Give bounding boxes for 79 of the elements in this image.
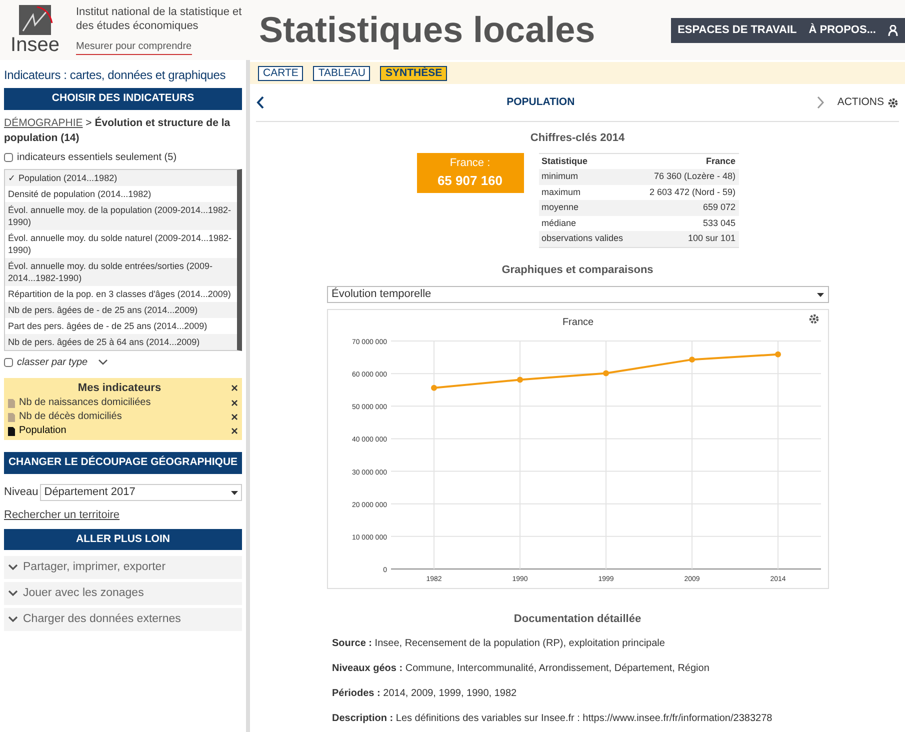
chevron-icon[interactable] — [8, 616, 18, 624]
accordion-header[interactable]: Charger des données externes — [4, 608, 242, 632]
section-header: CHOISIR DES INDICATEURS — [4, 88, 242, 110]
doc-paragraph: Description : Les définitions des variables sur Insee.fr : https://www.insee.fr/fr/information/2383278 — [332, 712, 774, 726]
checkbox-label: classer par type — [17, 356, 88, 370]
settings-icon[interactable] — [808, 314, 818, 324]
breadcrumb: DÉMOGRAPHIE > Évolution et structure de la population (14) — [4, 116, 232, 146]
section-title: Graphiques et comparaisons — [500, 262, 654, 278]
table-cell: 76 360 (Lozère - 48) — [636, 169, 738, 184]
doc-paragraph: Niveaux géos : Commune, Intercommunalité, Arrondissement, Département, Région — [332, 662, 710, 676]
indicator-item[interactable]: Nb de pers. âgées de 25 à 64 ans (2014...2009) — [5, 334, 237, 350]
breadcrumb-link[interactable]: DÉMOGRAPHIE — [4, 116, 83, 129]
close-button[interactable]: × — [230, 382, 238, 394]
section-header: ALLER PLUS LOIN — [4, 528, 242, 550]
table-cell: 659 072 — [636, 200, 738, 216]
indicator-name[interactable]: Nb de naissances domiciliées — [19, 396, 227, 410]
table-cell: 2 603 472 (Nord - 59) — [636, 184, 738, 200]
section-title: Documentation détaillée — [512, 612, 642, 627]
chevron-icon[interactable] — [8, 564, 18, 572]
user-icon[interactable] — [888, 25, 898, 36]
remove-button[interactable]: × — [230, 397, 238, 410]
indicator-item[interactable]: Évol. annuelle moy. de la population (2009-2014...1982-1990) — [5, 202, 237, 230]
checkbox[interactable] — [4, 358, 13, 367]
field-label: Niveau — [4, 485, 38, 500]
table-cell: 100 sur 101 — [636, 231, 738, 247]
nav-link[interactable]: À PROPOS... — [808, 22, 876, 39]
checkbox-label: indicateurs essentiels seulement (5) — [17, 150, 177, 165]
settings-icon[interactable] — [887, 96, 899, 108]
tab[interactable]: TABLEAU — [313, 66, 370, 80]
doc-paragraph: Source : Insee, Recensement de la population (RP), exploitation principale — [332, 636, 666, 650]
column-header: France — [636, 153, 738, 169]
column-header: Statistique — [538, 153, 636, 169]
table-cell: maximum — [538, 184, 636, 200]
accordion-header[interactable]: Jouer avec les zonages — [4, 582, 242, 606]
previous-icon[interactable] — [256, 96, 264, 109]
data-point — [688, 356, 694, 363]
panel-title: Mes indicateurs — [76, 380, 162, 396]
table-cell: médiane — [538, 216, 636, 231]
chart-type-dropdown[interactable]: Évolution temporelle — [326, 286, 828, 303]
tab[interactable]: CARTE — [258, 66, 304, 80]
data-point — [602, 370, 608, 376]
indicator-name[interactable]: Population — [19, 424, 227, 438]
remove-button[interactable]: × — [230, 411, 238, 424]
org-name: Institut national de la statistique et des études économiques — [76, 5, 243, 33]
level-dropdown[interactable]: Département 2017 — [40, 484, 242, 501]
table-cell: 533 045 — [636, 216, 738, 231]
actions-button[interactable]: ACTIONS — [837, 94, 899, 110]
search-link[interactable]: Rechercher un territoire — [4, 507, 242, 524]
data-point — [430, 384, 436, 391]
chevron-icon[interactable] — [8, 590, 18, 598]
page-title: POPULATION — [506, 94, 576, 110]
accordion-header[interactable]: Partager, imprimer, exporter — [4, 556, 242, 580]
chevron-down-icon[interactable] — [98, 359, 108, 366]
table-cell: observations valides — [538, 231, 636, 247]
checkbox[interactable] — [4, 152, 13, 162]
indicator-item[interactable]: Évol. annuelle moy. du solde entrées/sorties (2009-2014...1982-1990) — [5, 258, 237, 286]
table-cell: moyenne — [538, 200, 636, 216]
indicator-item[interactable]: Nb de pers. âgées de - de 25 ans (2014...2009) — [5, 302, 237, 318]
doc-paragraph: Périodes : 2014, 2009, 1999, 1990, 1982 — [332, 686, 518, 700]
section-title: Chiffres-clés 2014 — [529, 131, 626, 146]
tab[interactable]: SYNTHÈSE — [380, 66, 448, 80]
indicator-name[interactable]: Nb de décès domiciliés — [19, 410, 227, 424]
site-title: Statistiques locales — [259, 8, 596, 52]
chart-title: France — [562, 317, 594, 328]
section-header: CHANGER LE DÉCOUPAGE GÉOGRAPHIQUE — [4, 452, 242, 474]
table-cell: minimum — [538, 169, 636, 184]
remove-button[interactable]: × — [230, 425, 238, 438]
dropdown-arrow-icon[interactable] — [231, 490, 238, 494]
data-point — [774, 351, 780, 358]
highlight-label: France : — [450, 156, 490, 170]
sidebar-heading: Indicateurs : cartes, données et graphiques — [4, 67, 227, 84]
nav-link[interactable]: ESPACES DE TRAVAIL — [678, 22, 797, 39]
data-point — [516, 376, 522, 383]
logo-text: Insee — [10, 35, 60, 55]
highlight-value: 65 907 160 — [437, 172, 503, 190]
tagline-link[interactable]: Mesurer pour comprendre — [76, 39, 192, 55]
dropdown-arrow-icon[interactable] — [816, 292, 824, 296]
next-icon[interactable] — [817, 96, 826, 109]
indicator-item[interactable]: ✓ Population (2014...1982) — [5, 170, 237, 186]
